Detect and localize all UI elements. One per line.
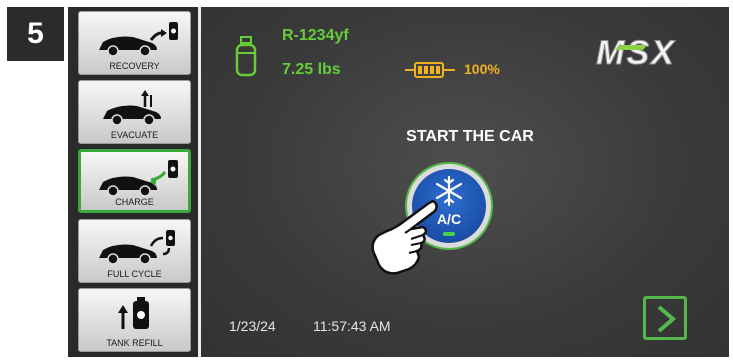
main-panel: R-1234yf 7.25 lbs 100% MSX START THE CAR [201,7,729,357]
instruction-text: START THE CAR [406,128,534,145]
refrigerant-type: R-1234yf [282,27,349,44]
battery-icon [405,62,455,78]
sidebar-item-evacuate[interactable]: EVACUATE [78,80,191,144]
car-full-cycle-icon [99,230,175,265]
sidebar-item-label: CHARGE [115,197,154,207]
sidebar: RECOVERY EVACUATE CHARGE FULL CYCLE TANK… [68,7,198,357]
refrigerant-tank-icon [235,36,257,77]
status-time: 11:57:43 AM [313,318,391,334]
sidebar-item-label: RECOVERY [109,61,160,71]
next-button[interactable] [643,296,687,340]
device-screen: RECOVERY EVACUATE CHARGE FULL CYCLE TANK… [68,7,729,357]
car-charge-icon [99,160,178,197]
sidebar-item-tank-refill[interactable]: TANK REFILL [78,288,191,352]
step-number-badge: 5 [7,7,64,61]
sidebar-item-charge[interactable]: CHARGE [78,149,191,213]
chevron-right-icon [657,305,677,333]
sidebar-item-full-cycle[interactable]: FULL CYCLE [78,219,191,283]
sidebar-item-recovery[interactable]: RECOVERY [78,11,191,75]
sidebar-item-label: TANK REFILL [106,338,163,348]
sidebar-item-label: EVACUATE [110,130,159,140]
ac-indicator-led [443,232,455,236]
battery-level: 100% [464,61,500,77]
sidebar-item-label: FULL CYCLE [107,269,162,279]
car-recovery-icon [99,22,178,57]
msx-logo: MSX [596,34,676,73]
status-date: 1/23/24 [229,318,276,334]
pointing-hand-icon [371,199,438,275]
car-evacuate-icon [103,90,161,126]
svg-text:MSX: MSX [596,34,676,72]
tank-refill-icon [118,297,149,329]
refrigerant-weight: 7.25 lbs [282,61,341,78]
